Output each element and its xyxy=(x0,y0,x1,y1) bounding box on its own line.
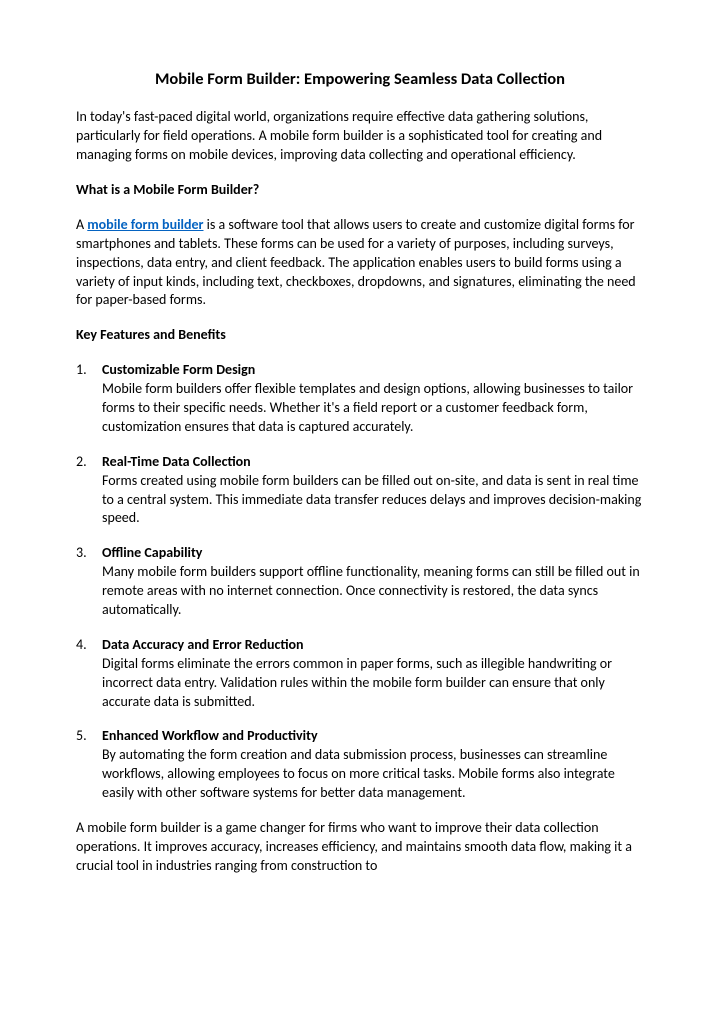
section-what-is-paragraph: A mobile form builder is a software tool… xyxy=(76,216,644,310)
section-heading-what-is: What is a Mobile Form Builder? xyxy=(76,181,644,200)
list-number: 5. xyxy=(76,727,102,803)
feature-body: Mobile form builders offer flexible temp… xyxy=(102,380,633,435)
intro-paragraph: In today's fast-paced digital world, org… xyxy=(76,108,644,165)
list-number: 2. xyxy=(76,453,102,529)
list-item: 4. Data Accuracy and Error Reduction Dig… xyxy=(76,636,644,712)
list-body: Offline Capability Many mobile form buil… xyxy=(102,544,644,620)
feature-title: Real-Time Data Collection xyxy=(102,453,251,470)
list-item: 5. Enhanced Workflow and Productivity By… xyxy=(76,727,644,803)
conclusion-paragraph: A mobile form builder is a game changer … xyxy=(76,819,644,876)
list-body: Customizable Form Design Mobile form bui… xyxy=(102,361,644,437)
list-body: Real-Time Data Collection Forms created … xyxy=(102,453,644,529)
feature-body: Forms created using mobile form builders… xyxy=(102,472,641,527)
list-number: 1. xyxy=(76,361,102,437)
feature-title: Data Accuracy and Error Reduction xyxy=(102,636,304,653)
features-list: 1. Customizable Form Design Mobile form … xyxy=(76,361,644,803)
list-number: 3. xyxy=(76,544,102,620)
list-item: 3. Offline Capability Many mobile form b… xyxy=(76,544,644,620)
document-page: Mobile Form Builder: Empowering Seamless… xyxy=(0,0,720,1018)
feature-body: Many mobile form builders support offlin… xyxy=(102,563,640,618)
page-title: Mobile Form Builder: Empowering Seamless… xyxy=(76,68,644,90)
feature-title: Offline Capability xyxy=(102,544,202,561)
list-body: Data Accuracy and Error Reduction Digita… xyxy=(102,636,644,712)
section-heading-key-features: Key Features and Benefits xyxy=(76,326,644,345)
list-item: 2. Real-Time Data Collection Forms creat… xyxy=(76,453,644,529)
feature-title: Enhanced Workflow and Productivity xyxy=(102,727,318,744)
list-item: 1. Customizable Form Design Mobile form … xyxy=(76,361,644,437)
feature-body: By automating the form creation and data… xyxy=(102,746,615,801)
mobile-form-builder-link[interactable]: mobile form builder xyxy=(87,216,203,233)
feature-body: Digital forms eliminate the errors commo… xyxy=(102,655,612,710)
feature-title: Customizable Form Design xyxy=(102,361,255,378)
text-fragment: A xyxy=(76,216,87,233)
list-body: Enhanced Workflow and Productivity By au… xyxy=(102,727,644,803)
list-number: 4. xyxy=(76,636,102,712)
